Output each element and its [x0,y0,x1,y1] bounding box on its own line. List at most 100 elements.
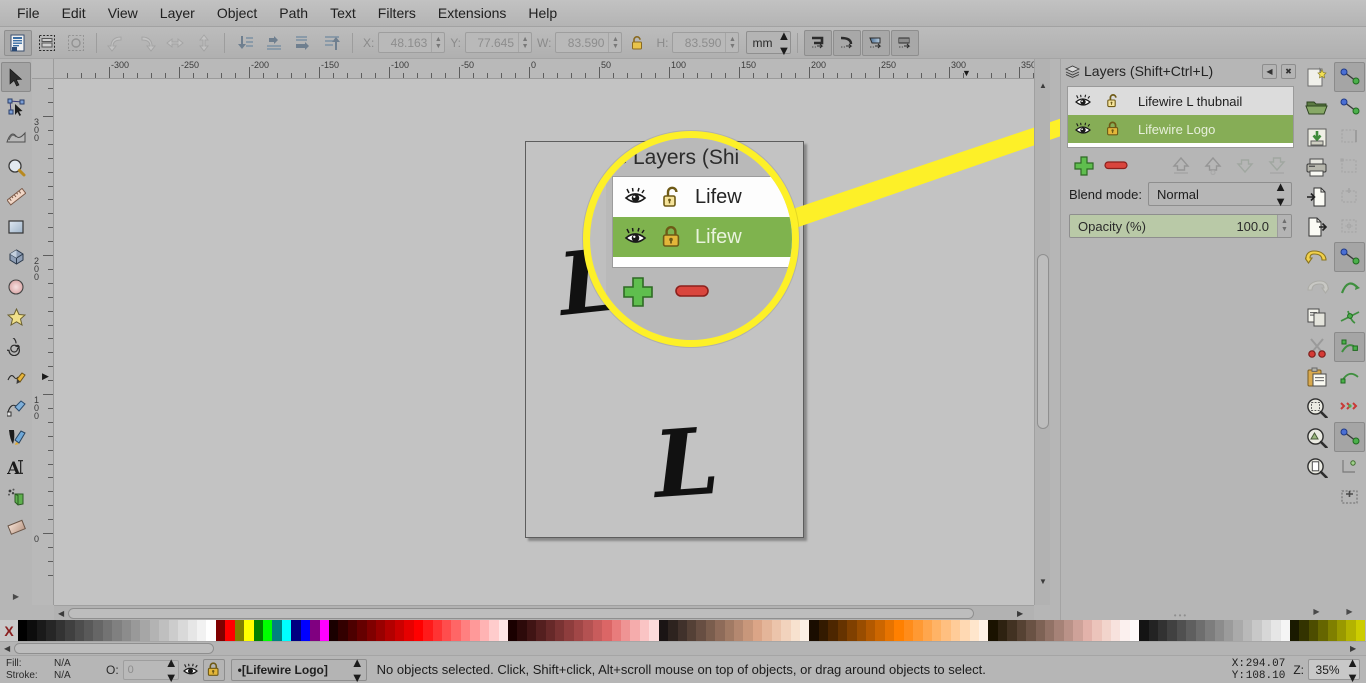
opacity-track[interactable]: Opacity (%) 100.0 [1070,215,1277,237]
canvas-vertical-scrollbar[interactable]: ▲ ▼ [1034,59,1050,605]
redo-icon[interactable] [1301,272,1332,302]
palette-swatch[interactable] [847,620,857,641]
menu-extensions[interactable]: Extensions [427,2,517,24]
rotate-clockwise-icon[interactable] [132,30,160,56]
palette-swatch[interactable] [1233,620,1243,641]
palette-swatch[interactable] [1299,620,1309,641]
palette-swatch[interactable] [328,620,339,641]
affect-stroke-width-icon[interactable] [804,29,833,56]
snap-bbox-centers-icon[interactable] [1334,212,1365,242]
palette-swatch[interactable] [696,620,706,641]
palette-swatch[interactable] [272,620,282,641]
add-layer-button[interactable] [1071,154,1097,176]
snap-path-intersections-icon[interactable] [1334,302,1365,332]
menu-help[interactable]: Help [517,2,568,24]
menu-filters[interactable]: Filters [367,2,427,24]
palette-swatch[interactable] [489,620,499,641]
zoom-drawing-icon[interactable] [1301,422,1332,452]
units-selector[interactable]: mm ▲ ▼ [746,28,792,58]
palette-swatch[interactable] [1242,620,1253,641]
delete-layer-button[interactable] [1103,154,1129,176]
palette-swatch[interactable] [517,620,527,641]
palette-swatch[interactable] [1261,620,1272,641]
node-tool[interactable] [1,92,31,122]
fill-stroke-indicator[interactable]: Fill: N/A Stroke: N/A [6,658,106,682]
palette-swatch[interactable] [856,620,866,641]
palette-swatch[interactable] [715,620,725,641]
pencil-tool[interactable] [1,362,31,392]
affect-patterns-icon[interactable] [891,29,920,56]
palette-swatch[interactable] [451,620,461,641]
palette-swatch[interactable] [215,620,226,641]
select-all-in-document-icon[interactable] [4,29,32,56]
undo-icon[interactable] [1301,242,1332,272]
palette-swatch[interactable] [884,620,895,641]
palette-swatch[interactable] [800,620,810,641]
y-field-stepper[interactable]: ▲ ▼ [518,33,531,52]
palette-swatch[interactable] [809,620,819,641]
menu-view[interactable]: View [97,2,149,24]
snap-bbox-corners-icon[interactable] [1334,152,1365,182]
palette-swatch[interactable] [931,620,942,641]
palette-swatch[interactable] [602,620,612,641]
palette-swatch[interactable] [244,620,254,641]
palette-swatch[interactable] [592,620,603,641]
horizontal-scroll-thumb[interactable] [68,608,974,619]
palette-swatch[interactable] [1035,620,1045,641]
palette-swatch[interactable] [1252,620,1262,641]
affect-gradients-icon[interactable] [862,29,891,56]
copy-icon[interactable] [1301,302,1332,332]
opacity-statusbar-stepper[interactable]: ▲ ▼ [165,655,178,683]
palette-swatch[interactable] [734,620,744,641]
palette-swatch[interactable] [649,620,659,641]
paint-bucket-tool[interactable] [1,482,31,512]
scroll-right-arrow-icon[interactable]: ▶ [1017,609,1023,618]
palette-swatch[interactable] [1205,620,1215,641]
palette-swatch[interactable] [1148,620,1159,641]
close-dock-icon[interactable]: ✖ [1281,63,1296,79]
palette-swatch[interactable] [300,620,311,641]
opacity-stepper[interactable]: ▲ ▼ [1277,215,1291,237]
h-field-stepper[interactable]: ▲ ▼ [725,33,738,52]
palette-swatch[interactable] [441,620,452,641]
palette-swatch[interactable] [545,620,556,641]
rectangle-tool[interactable] [1,212,31,242]
palette-swatch[interactable] [1120,620,1130,641]
palette-swatch[interactable] [1346,620,1356,641]
palette-swatch[interactable] [187,620,198,641]
logo-text-bottom[interactable]: L [650,407,722,519]
scroll-up-arrow-icon[interactable]: ▲ [1039,81,1047,90]
opacity-statusbar-field[interactable]: 0 ▲ ▼ [122,655,179,683]
lower-to-bottom-icon[interactable] [231,30,259,56]
palette-swatch[interactable] [394,620,405,641]
layer-visibility-toggle[interactable] [179,663,203,677]
palette-swatch[interactable] [1224,620,1234,641]
snap-paths-icon[interactable] [1334,272,1365,302]
spiral-tool[interactable] [1,332,31,362]
canvas-horizontal-scrollbar[interactable]: ◀ ▶ [54,605,1034,620]
palette-swatch[interactable] [705,620,716,641]
snap-midpoints-icon[interactable] [1334,392,1365,422]
palette-swatch[interactable] [1092,620,1102,641]
snap-smooth-nodes-icon[interactable] [1334,362,1365,392]
palette-swatch[interactable] [253,620,263,641]
palette-swatch[interactable] [36,620,47,641]
print-icon[interactable] [1301,152,1332,182]
bezier-tool[interactable] [1,392,31,422]
palette-swatch[interactable] [168,620,179,641]
palette-swatch[interactable] [752,620,763,641]
palette-swatch[interactable] [969,620,980,641]
palette-swatch[interactable] [83,620,94,641]
select-all-in-layers-icon[interactable] [33,30,61,56]
lower-layer-button[interactable] [1232,154,1258,176]
palette-swatch[interactable] [1176,620,1187,641]
layer-name[interactable]: Lifewire Logo [1128,122,1215,137]
menu-text[interactable]: Text [319,2,367,24]
palette-swatch[interactable] [498,620,508,641]
collapse-dock-icon[interactable]: ◀ [1262,63,1277,79]
selector-tool[interactable] [1,62,31,92]
palette-swatch[interactable] [479,620,490,641]
palette-swatch[interactable] [686,620,697,641]
palette-swatch[interactable] [536,620,546,641]
snap-enable-icon[interactable] [1334,62,1365,92]
